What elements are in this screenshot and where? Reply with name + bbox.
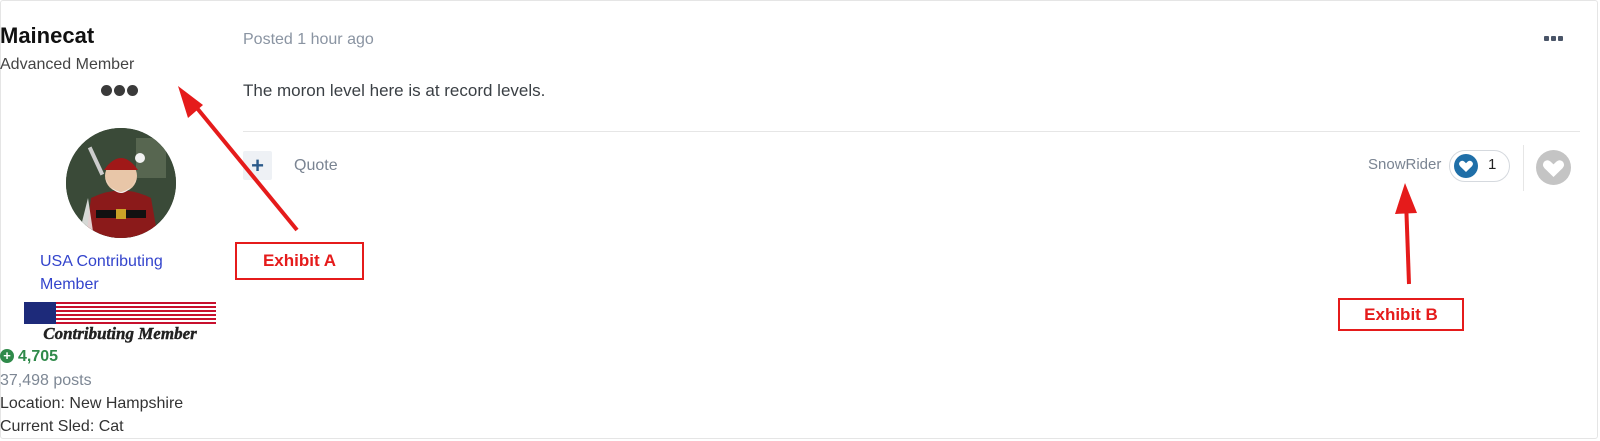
post-date[interactable]: Posted 1 hour ago <box>243 31 374 49</box>
reaction-count: 1 <box>1488 156 1497 173</box>
exhibit-a-label: Exhibit A <box>235 242 364 280</box>
contributing-member-badge: Contributing Member <box>24 302 216 344</box>
rank-pip <box>127 85 138 96</box>
more-options-icon[interactable] <box>1544 36 1563 41</box>
multiquote-button[interactable]: + <box>243 151 272 180</box>
current-sled: Current Sled: Cat <box>0 418 124 435</box>
post-count[interactable]: 37,498 posts <box>0 372 242 390</box>
reputation[interactable]: +4,705 <box>0 348 242 366</box>
quote-button[interactable]: Quote <box>294 157 338 175</box>
author-group: Advanced Member <box>0 56 135 73</box>
author-name[interactable]: Mainecat <box>0 23 242 49</box>
member-title: USA Contributing Member <box>40 253 163 293</box>
rank-pip <box>114 85 125 96</box>
avatar[interactable] <box>66 128 176 238</box>
heart-icon <box>1454 154 1478 178</box>
rank-pips <box>101 85 138 96</box>
exhibit-b-label: Exhibit B <box>1338 298 1464 331</box>
reaction-user[interactable]: SnowRider <box>1368 156 1441 173</box>
post-content: The moron level here is at record levels… <box>243 81 546 100</box>
plus-circle-icon: + <box>0 349 14 363</box>
divider <box>243 131 1580 132</box>
reaction-summary[interactable]: 1 <box>1449 150 1510 182</box>
react-heart-button[interactable] <box>1536 150 1571 185</box>
avatar-image <box>66 128 176 238</box>
rank-pip <box>101 85 112 96</box>
divider <box>1523 145 1524 191</box>
location: Location: New Hampshire <box>0 395 184 412</box>
heart-icon <box>1542 160 1565 177</box>
badge-text: Contributing Member <box>43 324 197 343</box>
reputation-value: 4,705 <box>18 348 59 365</box>
